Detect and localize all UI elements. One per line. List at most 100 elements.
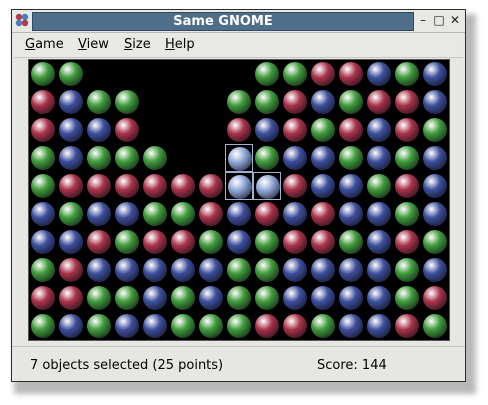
- ball-blue[interactable]: [309, 284, 337, 312]
- ball-green[interactable]: [29, 172, 57, 200]
- ball-red[interactable]: [141, 228, 169, 256]
- ball-blue[interactable]: [337, 200, 365, 228]
- ball-red[interactable]: [281, 88, 309, 116]
- ball-red[interactable]: [393, 312, 421, 340]
- ball-red[interactable]: [57, 256, 85, 284]
- ball-blue[interactable]: [281, 200, 309, 228]
- ball-green[interactable]: [253, 88, 281, 116]
- ball-red[interactable]: [225, 116, 253, 144]
- ball-green[interactable]: [337, 228, 365, 256]
- ball-blue[interactable]: [29, 200, 57, 228]
- ball-blue[interactable]: [365, 200, 393, 228]
- ball-red[interactable]: [309, 60, 337, 88]
- ball-blue-selected[interactable]: [225, 144, 253, 172]
- ball-blue[interactable]: [365, 144, 393, 172]
- ball-green[interactable]: [253, 256, 281, 284]
- ball-red[interactable]: [281, 228, 309, 256]
- ball-green[interactable]: [253, 284, 281, 312]
- ball-blue[interactable]: [141, 312, 169, 340]
- ball-green[interactable]: [29, 144, 57, 172]
- ball-blue[interactable]: [421, 256, 449, 284]
- ball-green[interactable]: [113, 144, 141, 172]
- ball-blue[interactable]: [169, 256, 197, 284]
- ball-blue[interactable]: [113, 312, 141, 340]
- ball-red[interactable]: [281, 172, 309, 200]
- ball-blue[interactable]: [309, 256, 337, 284]
- ball-green[interactable]: [113, 88, 141, 116]
- ball-blue[interactable]: [309, 172, 337, 200]
- ball-red[interactable]: [85, 172, 113, 200]
- menu-size[interactable]: Size: [124, 37, 151, 52]
- ball-green[interactable]: [85, 312, 113, 340]
- ball-red[interactable]: [253, 200, 281, 228]
- ball-red[interactable]: [169, 172, 197, 200]
- ball-green[interactable]: [169, 284, 197, 312]
- ball-blue[interactable]: [421, 144, 449, 172]
- ball-blue[interactable]: [57, 144, 85, 172]
- ball-red[interactable]: [29, 116, 57, 144]
- ball-red[interactable]: [85, 228, 113, 256]
- ball-green[interactable]: [225, 312, 253, 340]
- ball-green[interactable]: [29, 312, 57, 340]
- ball-blue[interactable]: [85, 116, 113, 144]
- ball-green[interactable]: [141, 144, 169, 172]
- ball-green[interactable]: [85, 284, 113, 312]
- ball-red[interactable]: [309, 200, 337, 228]
- ball-green[interactable]: [225, 256, 253, 284]
- ball-green[interactable]: [29, 256, 57, 284]
- ball-blue[interactable]: [421, 60, 449, 88]
- ball-blue[interactable]: [309, 144, 337, 172]
- ball-blue[interactable]: [57, 312, 85, 340]
- ball-blue[interactable]: [281, 256, 309, 284]
- ball-red[interactable]: [197, 172, 225, 200]
- ball-red[interactable]: [57, 284, 85, 312]
- ball-blue[interactable]: [337, 284, 365, 312]
- ball-red[interactable]: [281, 312, 309, 340]
- ball-green[interactable]: [253, 228, 281, 256]
- ball-green[interactable]: [197, 228, 225, 256]
- ball-blue[interactable]: [281, 144, 309, 172]
- menu-help[interactable]: Help: [165, 37, 195, 52]
- ball-blue[interactable]: [141, 284, 169, 312]
- ball-blue-selected[interactable]: [225, 172, 253, 200]
- ball-blue[interactable]: [337, 172, 365, 200]
- close-icon[interactable]: ✕: [448, 13, 462, 28]
- ball-blue[interactable]: [225, 228, 253, 256]
- ball-blue[interactable]: [365, 116, 393, 144]
- ball-green[interactable]: [365, 172, 393, 200]
- ball-red[interactable]: [113, 116, 141, 144]
- ball-green[interactable]: [113, 228, 141, 256]
- ball-blue[interactable]: [85, 256, 113, 284]
- ball-green[interactable]: [393, 200, 421, 228]
- ball-blue[interactable]: [309, 88, 337, 116]
- ball-blue[interactable]: [113, 200, 141, 228]
- ball-green[interactable]: [253, 144, 281, 172]
- ball-red[interactable]: [169, 228, 197, 256]
- ball-green[interactable]: [309, 116, 337, 144]
- ball-green[interactable]: [85, 88, 113, 116]
- ball-blue[interactable]: [113, 256, 141, 284]
- ball-green[interactable]: [421, 312, 449, 340]
- ball-red[interactable]: [393, 228, 421, 256]
- ball-blue-selected[interactable]: [253, 172, 281, 200]
- ball-green[interactable]: [225, 88, 253, 116]
- menu-game[interactable]: Game: [25, 37, 64, 52]
- ball-red[interactable]: [29, 88, 57, 116]
- ball-green[interactable]: [393, 256, 421, 284]
- ball-red[interactable]: [309, 228, 337, 256]
- ball-red[interactable]: [57, 172, 85, 200]
- ball-blue[interactable]: [281, 284, 309, 312]
- ball-blue[interactable]: [57, 88, 85, 116]
- ball-green[interactable]: [337, 88, 365, 116]
- ball-green[interactable]: [225, 284, 253, 312]
- ball-blue[interactable]: [253, 116, 281, 144]
- ball-blue[interactable]: [57, 228, 85, 256]
- ball-red[interactable]: [253, 312, 281, 340]
- ball-green[interactable]: [57, 60, 85, 88]
- ball-green[interactable]: [29, 60, 57, 88]
- ball-blue[interactable]: [365, 228, 393, 256]
- ball-blue[interactable]: [197, 256, 225, 284]
- ball-red[interactable]: [337, 60, 365, 88]
- ball-blue[interactable]: [365, 60, 393, 88]
- ball-green[interactable]: [393, 284, 421, 312]
